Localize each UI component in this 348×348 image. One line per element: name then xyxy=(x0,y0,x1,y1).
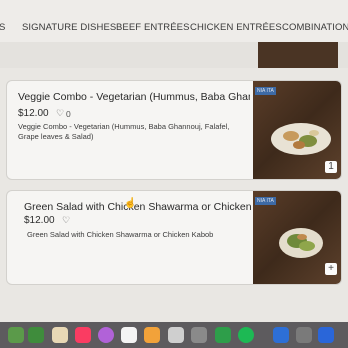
menu-item-image[interactable]: NIA ITA 1 xyxy=(253,81,341,179)
menu-item-price: $12.00 xyxy=(24,215,55,226)
preview-app-icon[interactable] xyxy=(168,327,184,343)
music-app-icon[interactable] xyxy=(75,327,91,343)
menu-item-card[interactable]: Veggie Combo - Vegetarian (Hummus, Baba … xyxy=(6,80,342,180)
menu-item-title[interactable]: Green Salad with Chicken Shawarma or Chi… xyxy=(24,201,256,213)
spotify-app-icon[interactable] xyxy=(238,327,254,343)
skype-app-icon[interactable] xyxy=(273,327,289,343)
macos-dock xyxy=(0,322,348,348)
add-to-cart-button[interactable]: + xyxy=(325,263,337,275)
like-count: 0 xyxy=(66,109,71,119)
menu-item-description: Green Salad with Chicken Shawarma or Chi… xyxy=(27,230,214,239)
nav-item-combination[interactable]: COMBINATION EN xyxy=(282,22,348,33)
menu-item-image[interactable]: NIA ITA + xyxy=(253,191,341,284)
category-nav: S SIGNATURE DISHES BEEF ENTRÉES CHICKEN … xyxy=(0,0,348,43)
menu-item-price: $12.00 xyxy=(18,108,49,119)
photos-app-icon[interactable] xyxy=(52,327,68,343)
cart-count-badge[interactable]: 1 xyxy=(325,161,337,173)
screenshot-app-icon[interactable] xyxy=(191,327,207,343)
nav-item-beef-entrees[interactable]: BEEF ENTRÉES xyxy=(116,22,190,33)
facetime-app-icon[interactable] xyxy=(28,327,44,343)
nav-item-truncated[interactable]: S xyxy=(0,22,5,33)
zoom-app-icon[interactable] xyxy=(318,327,334,343)
nav-item-chicken-entrees[interactable]: CHICKEN ENTRÉES xyxy=(190,22,282,33)
browser-viewport: S SIGNATURE DISHES BEEF ENTRÉES CHICKEN … xyxy=(0,0,348,322)
heart-icon[interactable]: ♡ xyxy=(62,215,70,226)
previous-item-image xyxy=(258,42,338,68)
podcasts-app-icon[interactable] xyxy=(98,327,114,343)
books-app-icon[interactable] xyxy=(144,327,160,343)
trash-app-icon[interactable] xyxy=(296,327,312,343)
maps-app-icon[interactable] xyxy=(215,327,231,343)
menu-item-card[interactable]: Green Salad with Chicken Shawarma or Chi… xyxy=(6,190,342,285)
messages-app-icon[interactable] xyxy=(8,327,24,343)
hand-cursor-icon: ☝ xyxy=(124,198,137,209)
heart-icon[interactable]: ♡ xyxy=(56,108,64,119)
menu-item-description: Veggie Combo - Vegetarian (Hummus, Baba … xyxy=(18,122,230,141)
menu-item-title[interactable]: Veggie Combo - Vegetarian (Hummus, Baba … xyxy=(18,91,250,103)
tv-app-icon[interactable] xyxy=(121,327,137,343)
nav-item-signature-dishes[interactable]: SIGNATURE DISHES xyxy=(22,22,116,33)
